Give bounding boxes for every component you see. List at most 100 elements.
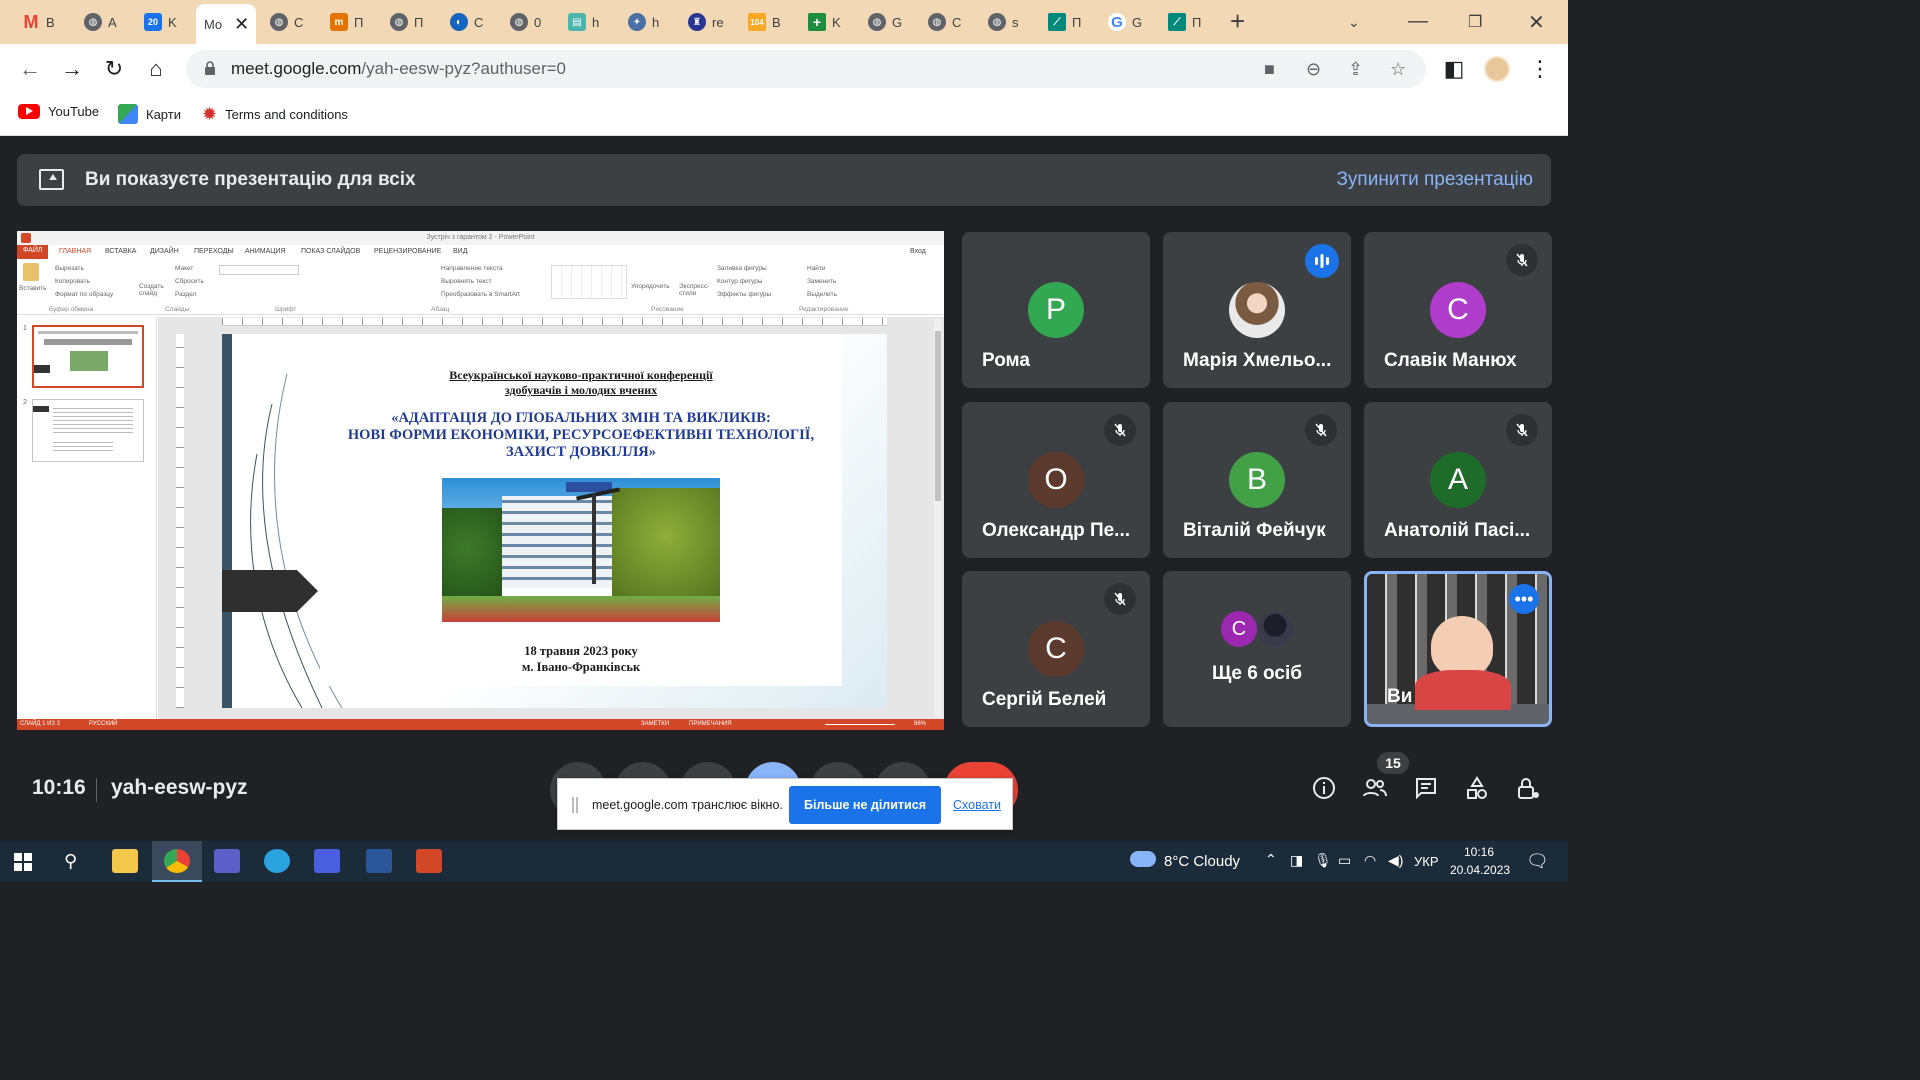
- word-icon[interactable]: [366, 849, 392, 873]
- drag-handle[interactable]: [572, 797, 578, 813]
- ppt-shape-fill[interactable]: Заливка фигуры: [717, 265, 767, 272]
- browser-tab[interactable]: m П: [322, 4, 378, 40]
- url-bar[interactable]: meet.google.com/yah-eesw-pyz?authuser=0 …: [186, 50, 1426, 88]
- browser-tab-active[interactable]: Mo ✕: [196, 4, 256, 44]
- ppt-find[interactable]: Найти: [807, 265, 826, 272]
- ppt-tab-design[interactable]: ДИЗАЙН: [150, 248, 179, 255]
- notes-button[interactable]: ЗАМЕТКИ: [641, 721, 669, 727]
- teams-icon[interactable]: [214, 849, 240, 873]
- ppt-quick-styles[interactable]: Экспресс-стили: [679, 283, 711, 297]
- file-explorer-icon[interactable]: [112, 849, 138, 873]
- vertical-scrollbar[interactable]: [934, 319, 942, 717]
- back-button[interactable]: ←: [16, 56, 44, 82]
- save-disk-icon[interactable]: [314, 849, 340, 873]
- tray-app-icon[interactable]: ◨: [1290, 852, 1303, 869]
- stop-sharing-button[interactable]: Більше не ділитися: [789, 786, 941, 824]
- people-icon[interactable]: [1362, 776, 1388, 806]
- comments-button[interactable]: ПРИМЕЧАНИЯ: [689, 721, 732, 727]
- ppt-align-text[interactable]: Выровнять текст: [441, 278, 492, 285]
- maximize-button[interactable]: ❐: [1468, 12, 1482, 32]
- shapes-gallery[interactable]: [551, 265, 627, 299]
- new-tab-button[interactable]: +: [1230, 6, 1245, 37]
- ppt-tab-animation[interactable]: АНИМАЦИЯ: [245, 248, 286, 255]
- font-name-select[interactable]: [219, 265, 299, 275]
- ppt-smartart[interactable]: Преобразовать в SmartArt: [441, 291, 520, 298]
- browser-tab[interactable]: ◍ П: [382, 4, 438, 40]
- ppt-format-painter[interactable]: Формат по образцу: [55, 291, 113, 298]
- browser-tab[interactable]: ◍ C: [920, 4, 976, 40]
- ppt-replace[interactable]: Заменить: [807, 278, 836, 285]
- battery-icon[interactable]: ▭: [1338, 852, 1351, 869]
- taskbar-date[interactable]: 20.04.2023: [1450, 863, 1510, 877]
- participant-tile[interactable]: О Олександр Пе...: [962, 402, 1150, 558]
- wifi-icon[interactable]: ◠: [1364, 852, 1376, 869]
- ppt-tab-home[interactable]: ГЛАВНАЯ: [59, 248, 91, 255]
- ppt-paste[interactable]: Вставить: [19, 285, 47, 292]
- tray-mic-icon[interactable]: 🎙︎: [1314, 852, 1332, 869]
- browser-tab[interactable]: ♜ re: [680, 4, 736, 40]
- ppt-tab-file[interactable]: ФАЙЛ: [17, 245, 49, 259]
- activities-icon[interactable]: [1465, 776, 1489, 806]
- ppt-layout[interactable]: Макет: [175, 265, 193, 272]
- info-icon[interactable]: [1312, 776, 1336, 806]
- bookmark-star-icon[interactable]: ☆: [1390, 59, 1406, 80]
- zoom-slider[interactable]: [825, 724, 895, 725]
- browser-tab[interactable]: ◐ C: [442, 4, 498, 40]
- slide-thumbnail-1[interactable]: [32, 325, 144, 388]
- taskbar-time[interactable]: 10:16: [1464, 845, 1494, 859]
- slide-canvas[interactable]: Всеукраїнської науково-практичної конфер…: [222, 334, 887, 708]
- participant-tile[interactable]: Р Рома: [962, 232, 1150, 388]
- ppt-text-direction[interactable]: Направление текста: [441, 265, 503, 272]
- bookmark-maps[interactable]: Карти: [118, 104, 181, 124]
- weather-text[interactable]: 8°C Cloudy: [1164, 853, 1240, 870]
- browser-tab[interactable]: ◍ C: [262, 4, 318, 40]
- slide-thumbnail-2[interactable]: [32, 399, 144, 462]
- profile-avatar[interactable]: [1484, 56, 1510, 82]
- more-participants-tile[interactable]: С Ще 6 осіб: [1163, 571, 1351, 727]
- share-icon[interactable]: ⇪: [1348, 59, 1363, 80]
- powerpoint-icon[interactable]: [416, 849, 442, 873]
- ppt-create-slide[interactable]: Создать слайд: [139, 283, 169, 297]
- chevron-down-icon[interactable]: ⌄: [1348, 14, 1360, 31]
- browser-tab[interactable]: ◍ 0: [502, 4, 558, 40]
- ppt-shape-effects[interactable]: Эффекты фигуры: [717, 291, 771, 298]
- paste-icon[interactable]: [23, 263, 39, 281]
- participant-tile[interactable]: В Віталій Фейчук: [1163, 402, 1351, 558]
- camera-icon[interactable]: ■: [1264, 59, 1275, 80]
- browser-tab[interactable]: ◍ G: [860, 4, 916, 40]
- ppt-signin[interactable]: Вход: [910, 248, 926, 255]
- participant-tile[interactable]: А Анатолій Пасі...: [1364, 402, 1552, 558]
- participant-tile[interactable]: С Сергій Белей: [962, 571, 1150, 727]
- ppt-arrange[interactable]: Упорядочить: [631, 283, 670, 290]
- reload-button[interactable]: ↻: [100, 56, 128, 82]
- browser-tab[interactable]: ✦ h: [620, 4, 676, 40]
- browser-tab[interactable]: ▤ h: [560, 4, 616, 40]
- participant-tile[interactable]: Марія Хмельо...: [1163, 232, 1351, 388]
- stop-presentation-button[interactable]: Зупинити презентацію: [1336, 169, 1533, 191]
- ppt-cut[interactable]: Вырезать: [55, 265, 84, 272]
- home-button[interactable]: ⌂: [142, 56, 170, 82]
- ppt-shape-outline[interactable]: Контур фигуры: [717, 278, 762, 285]
- self-video-tile[interactable]: ••• Ви: [1364, 571, 1552, 727]
- browser-tab[interactable]: 20 K: [136, 4, 192, 40]
- browser-tab[interactable]: ⟋ П: [1040, 4, 1096, 40]
- browser-tab[interactable]: ◍ s: [980, 4, 1036, 40]
- ppt-tab-review[interactable]: РЕЦЕНЗИРОВАНИЕ: [374, 248, 441, 255]
- more-options-icon[interactable]: •••: [1509, 584, 1539, 614]
- input-language[interactable]: УКР: [1414, 854, 1439, 869]
- browser-tab[interactable]: ⟋ П: [1160, 4, 1216, 40]
- bookmark-youtube[interactable]: YouTube: [18, 104, 99, 119]
- window-close-button[interactable]: ✕: [1528, 10, 1545, 35]
- volume-icon[interactable]: ◀): [1388, 852, 1403, 869]
- ppt-reset[interactable]: Сбросить: [175, 278, 204, 285]
- chat-icon[interactable]: [1414, 776, 1438, 806]
- bookmark-terms[interactable]: ✹ Terms and conditions: [202, 104, 348, 125]
- search-icon[interactable]: ⚲: [64, 851, 77, 872]
- windows-start-icon[interactable]: [14, 853, 32, 871]
- ppt-tab-transitions[interactable]: ПЕРЕХОДЫ: [194, 248, 234, 255]
- menu-kebab-icon[interactable]: ⋮: [1526, 56, 1554, 82]
- tray-chevron-icon[interactable]: ⌃: [1265, 851, 1277, 868]
- chrome-icon[interactable]: [164, 849, 190, 873]
- host-controls-icon[interactable]: [1516, 776, 1540, 806]
- ppt-tab-slideshow[interactable]: ПОКАЗ СЛАЙДОВ: [301, 248, 360, 255]
